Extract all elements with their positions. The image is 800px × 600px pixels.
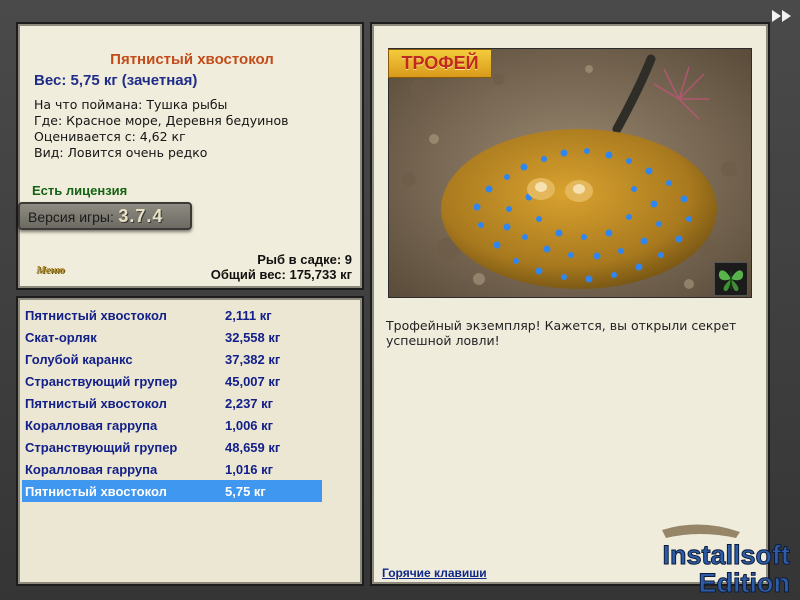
total-weight: Общий вес: 175,733 кг bbox=[210, 267, 352, 282]
list-item-name: Странствующий групер bbox=[25, 439, 178, 455]
trophy-detail-panel: ТРОФЕЙ Трофейный экземпляр! Кажется, вы … bbox=[370, 22, 770, 586]
butterfly-icon[interactable] bbox=[714, 262, 748, 296]
version-label: Версия игры: bbox=[28, 209, 114, 225]
list-item-name: Скат-орляк bbox=[25, 329, 97, 345]
list-item-name: Коралловая гаррупа bbox=[25, 417, 158, 433]
list-item[interactable]: Скат-орляк 32,558 кг bbox=[22, 326, 322, 348]
list-item-weight: 45,007 кг bbox=[225, 373, 281, 389]
rarity-info: Вид: Ловится очень редко bbox=[34, 145, 208, 160]
list-item-name: Странствующий групер bbox=[25, 373, 178, 389]
menu-button[interactable]: Меню bbox=[36, 264, 65, 276]
bait-info: На что поймана: Тушка рыбы bbox=[34, 97, 228, 112]
list-item-weight: 48,659 кг bbox=[225, 439, 281, 455]
list-item[interactable]: Коралловая гаррупа 1,016 кг bbox=[22, 458, 322, 480]
double-arrow-right-icon[interactable] bbox=[770, 8, 794, 24]
installsoft-watermark: Installsoft Edition bbox=[640, 520, 800, 600]
catch-list-panel: Пятнистый хвостокол 2,111 кг Скат-орляк … bbox=[16, 296, 364, 586]
list-item-weight: 1,016 кг bbox=[225, 461, 274, 477]
location-info: Где: Красное море, Деревня бедуинов bbox=[34, 113, 289, 128]
list-item-weight: 1,006 кг bbox=[225, 417, 274, 433]
list-item-weight: 2,237 кг bbox=[225, 395, 274, 411]
watermark-line1: Installsoft bbox=[662, 540, 790, 570]
catch-list: Пятнистый хвостокол 2,111 кг Скат-орляк … bbox=[22, 304, 322, 502]
license-status: Есть лицензия bbox=[32, 183, 128, 198]
list-item-name: Коралловая гаррупа bbox=[25, 461, 158, 477]
list-item-weight: 37,382 кг bbox=[225, 351, 281, 367]
list-item[interactable]: Странствующий групер 48,659 кг bbox=[22, 436, 322, 458]
fish-weight: Вес: 5,75 кг (зачетная) bbox=[34, 72, 198, 89]
list-item-weight: 32,558 кг bbox=[225, 329, 281, 345]
list-item-name: Пятнистый хвостокол bbox=[25, 395, 167, 411]
list-item[interactable]: Голубой каранкс 37,382 кг bbox=[22, 348, 322, 370]
list-item-weight: 2,111 кг bbox=[225, 307, 272, 323]
version-number: 3.7.4 bbox=[118, 206, 164, 226]
valued-from-info: Оценивается с: 4,62 кг bbox=[34, 129, 186, 144]
list-item[interactable]: Странствующий групер 45,007 кг bbox=[22, 370, 322, 392]
list-item-name: Пятнистый хвостокол bbox=[25, 483, 167, 499]
trophy-message: Трофейный экземпляр! Кажется, вы открыли… bbox=[386, 318, 737, 348]
hotkeys-link[interactable]: Горячие клавиши bbox=[382, 566, 487, 580]
version-badge: Версия игры: 3.7.4 bbox=[18, 202, 192, 230]
list-item-name: Голубой каранкс bbox=[25, 351, 133, 367]
trophy-badge: ТРОФЕЙ bbox=[388, 49, 492, 78]
list-item-name: Пятнистый хвостокол bbox=[25, 307, 167, 323]
fish-title: Пятнистый хвостокол bbox=[110, 51, 274, 68]
list-item[interactable]: Коралловая гаррупа 1,006 кг bbox=[22, 414, 322, 436]
list-item-weight: 5,75 кг bbox=[225, 483, 266, 499]
fish-info-panel: Пятнистый хвостокол Вес: 5,75 кг (зачетн… bbox=[16, 22, 364, 290]
fish-in-keep: Рыб в садке: 9 bbox=[257, 252, 352, 267]
watermark-line2: Edition bbox=[699, 568, 790, 598]
keep-stats: Рыб в садке: 9 Общий вес: 175,733 кг bbox=[211, 252, 352, 282]
list-item[interactable]: Пятнистый хвостокол 2,237 кг bbox=[22, 392, 322, 414]
list-item-selected[interactable]: Пятнистый хвостокол 5,75 кг bbox=[22, 480, 322, 502]
list-item[interactable]: Пятнистый хвостокол 2,111 кг bbox=[22, 304, 322, 326]
fish-photo bbox=[388, 48, 752, 298]
